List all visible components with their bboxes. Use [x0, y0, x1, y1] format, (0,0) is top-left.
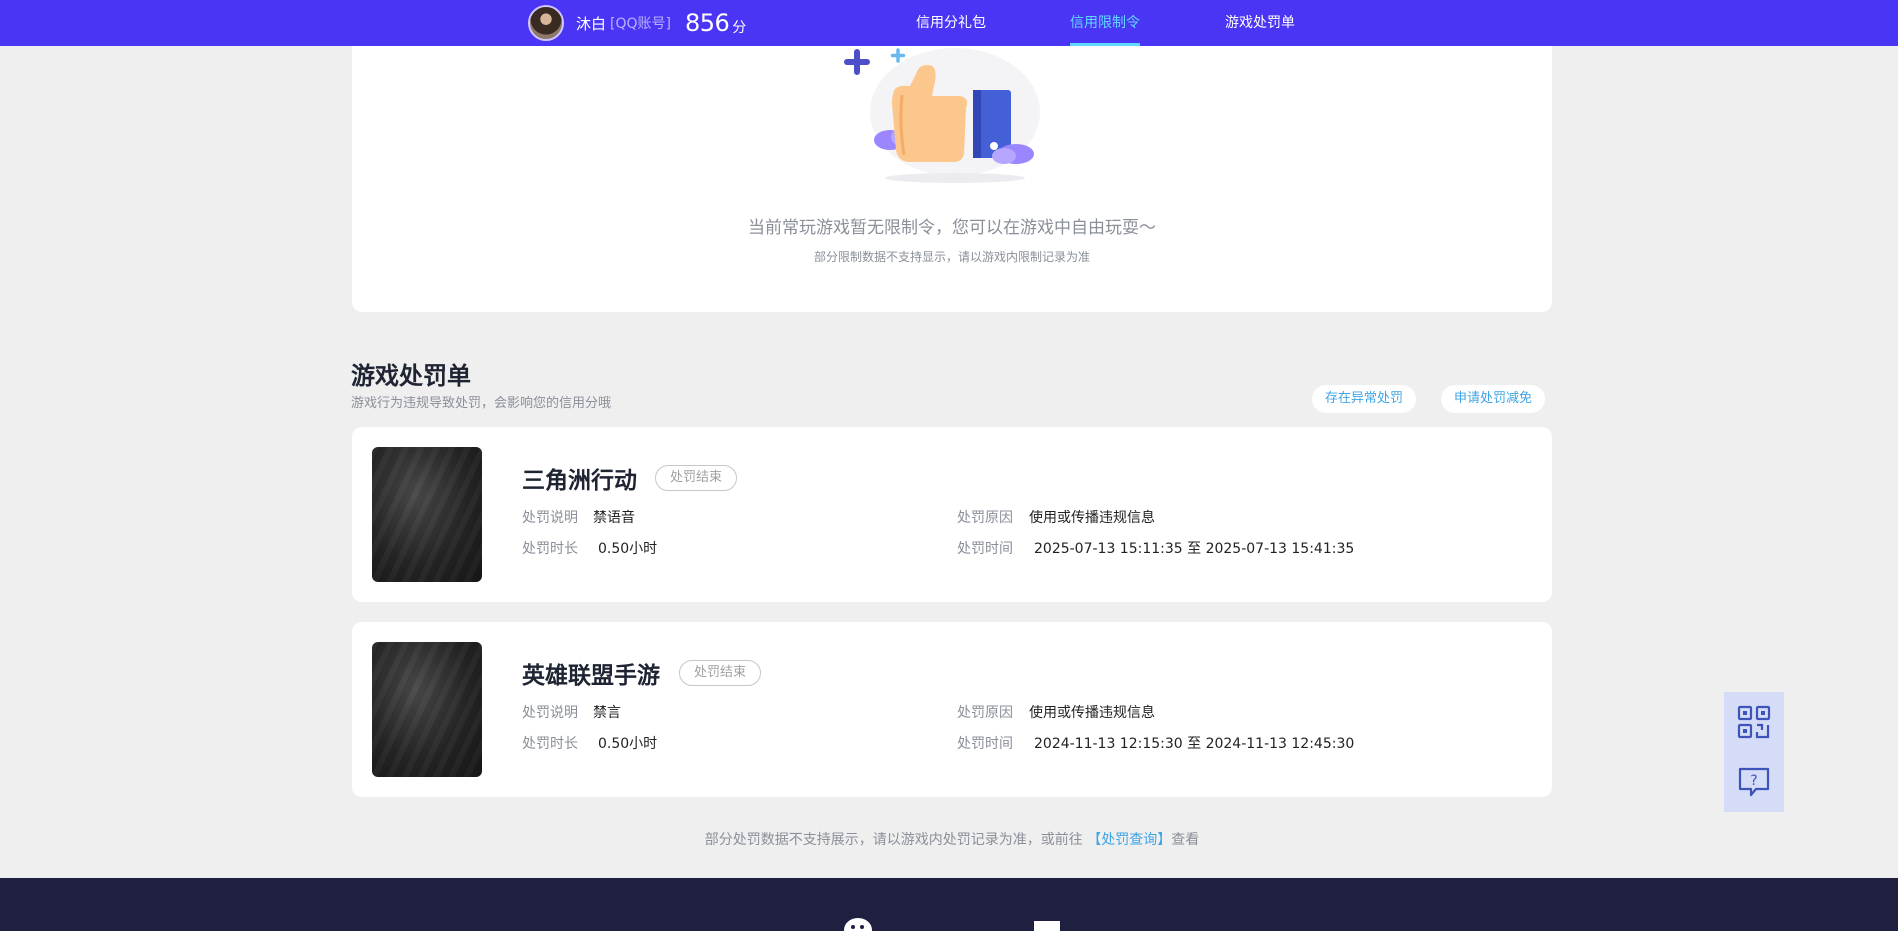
status-badge: 处罚结束 — [679, 660, 762, 686]
credit-score-unit: 分 — [732, 20, 747, 36]
top-bar: 沐白 [QQ账号] 856 分 信用分礼包 信用限制令 游戏处罚单 — [0, 0, 1898, 46]
game-name: 英雄联盟手游 — [522, 663, 660, 689]
avatar[interactable] — [528, 5, 564, 41]
reason-label: 处罚原因 — [957, 705, 1013, 721]
desc-label: 处罚说明 — [522, 705, 578, 721]
credit-score: 856 — [684, 9, 730, 37]
game-cover-image — [372, 642, 482, 777]
qr-code-icon — [1737, 705, 1771, 739]
restriction-note: 部分限制数据不支持显示，请以游戏内限制记录为准 — [813, 250, 1090, 264]
reason-value: 使用或传播违规信息 — [1029, 705, 1155, 721]
user-name: 沐白 — [576, 14, 607, 33]
help-question-icon: ? — [1738, 767, 1770, 797]
section-title: 游戏处罚单 — [351, 362, 471, 390]
time-value: 2025-07-13 15:11:35 至 2025-07-13 15:41:3… — [1034, 541, 1355, 557]
duration-label: 处罚时长 — [522, 736, 578, 752]
duration-value: 0.50小时 — [598, 541, 658, 557]
desc-label: 处罚说明 — [522, 510, 578, 526]
thumbs-up-illustration — [844, 48, 1040, 183]
account-type: [QQ账号] — [610, 16, 671, 32]
qr-code-button[interactable] — [1724, 692, 1784, 752]
nav-credit-restriction[interactable]: 信用限制令 — [1070, 0, 1140, 46]
reason-value: 使用或传播违规信息 — [1029, 510, 1155, 526]
duration-value: 0.50小时 — [598, 736, 658, 752]
desc-value: 禁语音 — [593, 510, 635, 526]
nav-game-punishment[interactable]: 游戏处罚单 — [1225, 0, 1295, 46]
time-label: 处罚时间 — [957, 736, 1013, 752]
appeal-reduction-button[interactable]: 申请处罚减免 — [1441, 385, 1546, 413]
footer-note-prefix: 部分处罚数据不支持展示，请以游戏内处罚记录为准，或前往 — [704, 832, 1083, 848]
user-info[interactable]: 沐白 [QQ账号] 856 分 — [528, 5, 746, 41]
time-label: 处罚时间 — [957, 541, 1013, 557]
game-cover-image — [372, 447, 482, 582]
time-value: 2024-11-13 12:15:30 至 2024-11-13 12:45:3… — [1034, 736, 1355, 752]
page-footer — [0, 878, 1898, 931]
svg-text:?: ? — [1750, 773, 1757, 789]
qq-icon[interactable] — [1034, 921, 1060, 931]
punishment-card: 英雄联盟手游 处罚结束 处罚说明 禁言 处罚时长 0.50小时 处罚原因 使用或… — [352, 622, 1552, 797]
section-subtitle: 游戏行为违规导致处罚，会影响您的信用分哦 — [351, 396, 612, 411]
reason-label: 处罚原因 — [957, 510, 1013, 526]
footer-note-suffix: 查看 — [1171, 832, 1200, 848]
no-restriction-message: 当前常玩游戏暂无限制令，您可以在游戏中自由玩耍～ — [748, 218, 1156, 238]
game-name: 三角洲行动 — [522, 468, 637, 494]
desc-value: 禁言 — [593, 705, 621, 721]
status-badge: 处罚结束 — [655, 465, 738, 491]
punishment-card: 三角洲行动 处罚结束 处罚说明 禁语音 处罚时长 0.50小时 处罚原因 使用或… — [352, 427, 1552, 602]
wechat-icon[interactable] — [843, 917, 879, 931]
abnormal-punishment-button[interactable]: 存在异常处罚 — [1312, 385, 1417, 413]
duration-label: 处罚时长 — [522, 541, 578, 557]
help-button[interactable]: ? — [1724, 752, 1784, 812]
punishment-footer-note: 部分处罚数据不支持展示，请以游戏内处罚记录为准，或前往 【处罚查询】查看 — [352, 829, 1552, 849]
nav-credit-gift[interactable]: 信用分礼包 — [916, 0, 986, 46]
punishment-query-link[interactable]: 【处罚查询】 — [1087, 832, 1171, 848]
